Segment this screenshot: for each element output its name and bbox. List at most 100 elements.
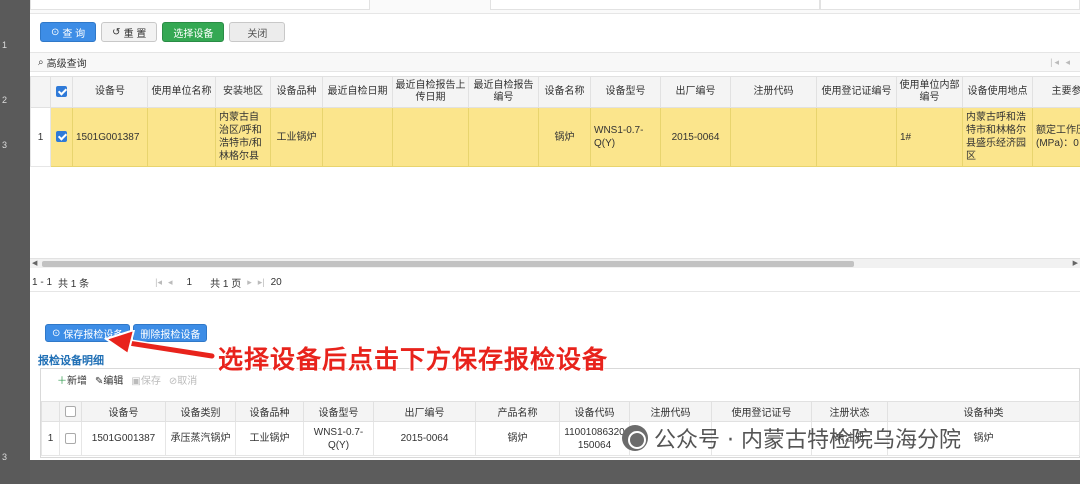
pager-pages: 共 1 页 [210, 279, 242, 290]
column-header[interactable]: 注册代码 [730, 76, 817, 108]
edit-button[interactable]: ✎编辑 [95, 372, 123, 387]
detail-section-title: 报检设备明细 [38, 355, 104, 367]
background-strip: 1233 [0, 0, 30, 484]
column-header[interactable]: 使用单位名称 [147, 76, 216, 108]
arrow-circle-icon: ⊙ [52, 327, 61, 339]
column-header[interactable]: 最近自检日期 [322, 76, 393, 108]
column-header[interactable]: 主要参 [1032, 76, 1080, 108]
page-size-select[interactable]: 20 [271, 277, 282, 288]
scroll-left-icon[interactable]: ◀ [32, 259, 37, 267]
filter-input[interactable] [490, 0, 820, 10]
cell-location: 内蒙古呼和浩特市和林格尔县盛乐经济园区 [962, 107, 1033, 167]
page-number-input[interactable]: 1 [187, 277, 193, 288]
pager-total: 共 1 条 [58, 279, 90, 290]
column-header[interactable]: 注册状态 [811, 401, 888, 422]
search-circle-icon: ⊙ [51, 26, 60, 38]
next-page-icon[interactable]: ▸ [247, 277, 252, 288]
column-header[interactable]: 设备型号 [590, 76, 661, 108]
save-icon: ▣ [131, 375, 141, 387]
cancel-icon: ⊘ [168, 375, 178, 387]
row-index: 1 [30, 107, 51, 167]
cell-factory-no: 2015-0064 [373, 421, 476, 456]
cell-category: 承压蒸汽锅炉 [165, 421, 236, 456]
cell-device-code: 11001086320150064 [559, 421, 630, 456]
header-select-all[interactable] [50, 76, 73, 108]
column-header[interactable]: 注册代码 [629, 401, 712, 422]
select-device-button[interactable]: 选择设备 [162, 22, 225, 42]
pagination: 1 - 1 共 1 条 |◂ ◂ 1 共 1 页 ▸ ▸| 20 [30, 274, 1080, 292]
header-select-all[interactable] [59, 401, 82, 422]
column-header[interactable]: 出厂编号 [660, 76, 731, 108]
column-header[interactable]: 最近自检报告上传日期 [392, 76, 469, 108]
first-page-icon[interactable]: |◂ [155, 277, 162, 288]
wechat-channel-icon [622, 425, 648, 451]
column-header[interactable]: 产品名称 [475, 401, 560, 422]
column-header[interactable]: 使用单位内部编号 [896, 76, 963, 108]
column-header[interactable]: 设备品种 [270, 76, 323, 108]
annotation-text: 选择设备后点击下方保存报检设备 [217, 344, 609, 375]
cell-last-check-date [322, 107, 393, 167]
app-window: ⊙ 查 询 ↺ 重 置 选择设备 关闭 ⌕ 高级查询 |◂ ◂ 设备号 使用单位… [30, 0, 1080, 460]
cell-device-no: 1501G001387 [72, 107, 148, 167]
row-select-cell[interactable] [59, 421, 82, 456]
advanced-search-bar[interactable]: ⌕ 高级查询 |◂ ◂ [30, 52, 1080, 72]
cell-internal-no: 1# [896, 107, 963, 167]
header-index [30, 76, 51, 108]
filter-input[interactable] [30, 0, 370, 10]
cell-model: WNS1-0.7-Q(Y) [590, 107, 661, 167]
scroll-right-icon[interactable]: ▶ [1073, 259, 1078, 267]
reset-button[interactable]: ↺ 重 置 [101, 22, 158, 42]
cell-main-params: 额定工作压(MPa)：0 [1032, 107, 1080, 167]
column-header[interactable]: 设备使用地点 [962, 76, 1033, 108]
column-header[interactable]: 设备代码 [559, 401, 630, 422]
watermark: 公众号 · 内蒙古特检院乌海分院 [622, 422, 961, 454]
device-table: 设备号 使用单位名称 安装地区 设备品种 最近自检日期 最近自检报告上传日期 最… [30, 76, 1080, 167]
add-button[interactable]: ＋新增 [57, 372, 87, 387]
close-button[interactable]: 关闭 [229, 22, 286, 42]
row-checkbox[interactable] [56, 131, 67, 143]
column-header[interactable]: 设备种类 [887, 401, 1080, 422]
watermark-text: 公众号 · 内蒙古特检院乌海分院 [654, 428, 961, 453]
search-nav-arrows[interactable]: |◂ ◂ [1050, 57, 1072, 68]
main-toolbar: ⊙ 查 询 ↺ 重 置 选择设备 关闭 [40, 22, 286, 42]
column-header[interactable]: 使用登记证号 [711, 401, 812, 422]
prev-page-icon[interactable]: ◂ [168, 277, 173, 288]
cell-reg-cert-no [816, 107, 897, 167]
row-select-cell[interactable] [50, 107, 73, 167]
cell-last-report-no [468, 107, 539, 167]
cell-reg-code [730, 107, 817, 167]
column-header[interactable]: 设备品种 [235, 401, 304, 422]
column-header[interactable]: 出厂编号 [373, 401, 476, 422]
column-header[interactable]: 使用登记证编号 [816, 76, 897, 108]
column-header[interactable]: 设备类别 [165, 401, 236, 422]
search-icon: ⌕ [38, 56, 44, 68]
cell-factory-no: 2015-0064 [660, 107, 731, 167]
table-row[interactable]: 1 1501G001387 内蒙古自治区/呼和浩特市/和林格尔县 工业锅炉 锅炉… [30, 107, 1080, 167]
row-index: 1 [41, 421, 60, 456]
window-bottom-shadow [30, 460, 1080, 484]
column-header[interactable]: 安装地区 [215, 76, 271, 108]
cell-last-upload-date [392, 107, 469, 167]
column-header[interactable]: 设备号 [72, 76, 148, 108]
column-header[interactable]: 设备名称 [538, 76, 591, 108]
row-checkbox[interactable] [65, 432, 76, 444]
query-button[interactable]: ⊙ 查 询 [40, 22, 97, 42]
save-row-button[interactable]: ▣保存 [131, 372, 160, 387]
reset-icon: ↺ [112, 26, 121, 38]
last-page-icon[interactable]: ▸| [258, 277, 265, 288]
scrollbar-thumb[interactable] [42, 261, 854, 267]
header-index [41, 401, 60, 422]
table-header-row: 设备号 设备类别 设备品种 设备型号 出厂编号 产品名称 设备代码 注册代码 使… [41, 401, 1080, 422]
column-header[interactable]: 设备型号 [303, 401, 374, 422]
horizontal-scrollbar[interactable]: ◀ ▶ [30, 258, 1080, 268]
cancel-button[interactable]: ⊘取消 [169, 372, 197, 387]
select-all-checkbox[interactable] [65, 405, 76, 417]
column-header[interactable]: 最近自检报告编号 [468, 76, 539, 108]
cell-region: 内蒙古自治区/呼和浩特市/和林格尔县 [215, 107, 271, 167]
cell-device-name: 锅炉 [538, 107, 591, 167]
pager-range: 1 - 1 [32, 277, 53, 288]
table-header-row: 设备号 使用单位名称 安装地区 设备品种 最近自检日期 最近自检报告上传日期 最… [30, 76, 1080, 108]
column-header[interactable]: 设备号 [81, 401, 166, 422]
select-all-checkbox[interactable] [56, 85, 67, 97]
filter-input[interactable] [820, 0, 1080, 10]
